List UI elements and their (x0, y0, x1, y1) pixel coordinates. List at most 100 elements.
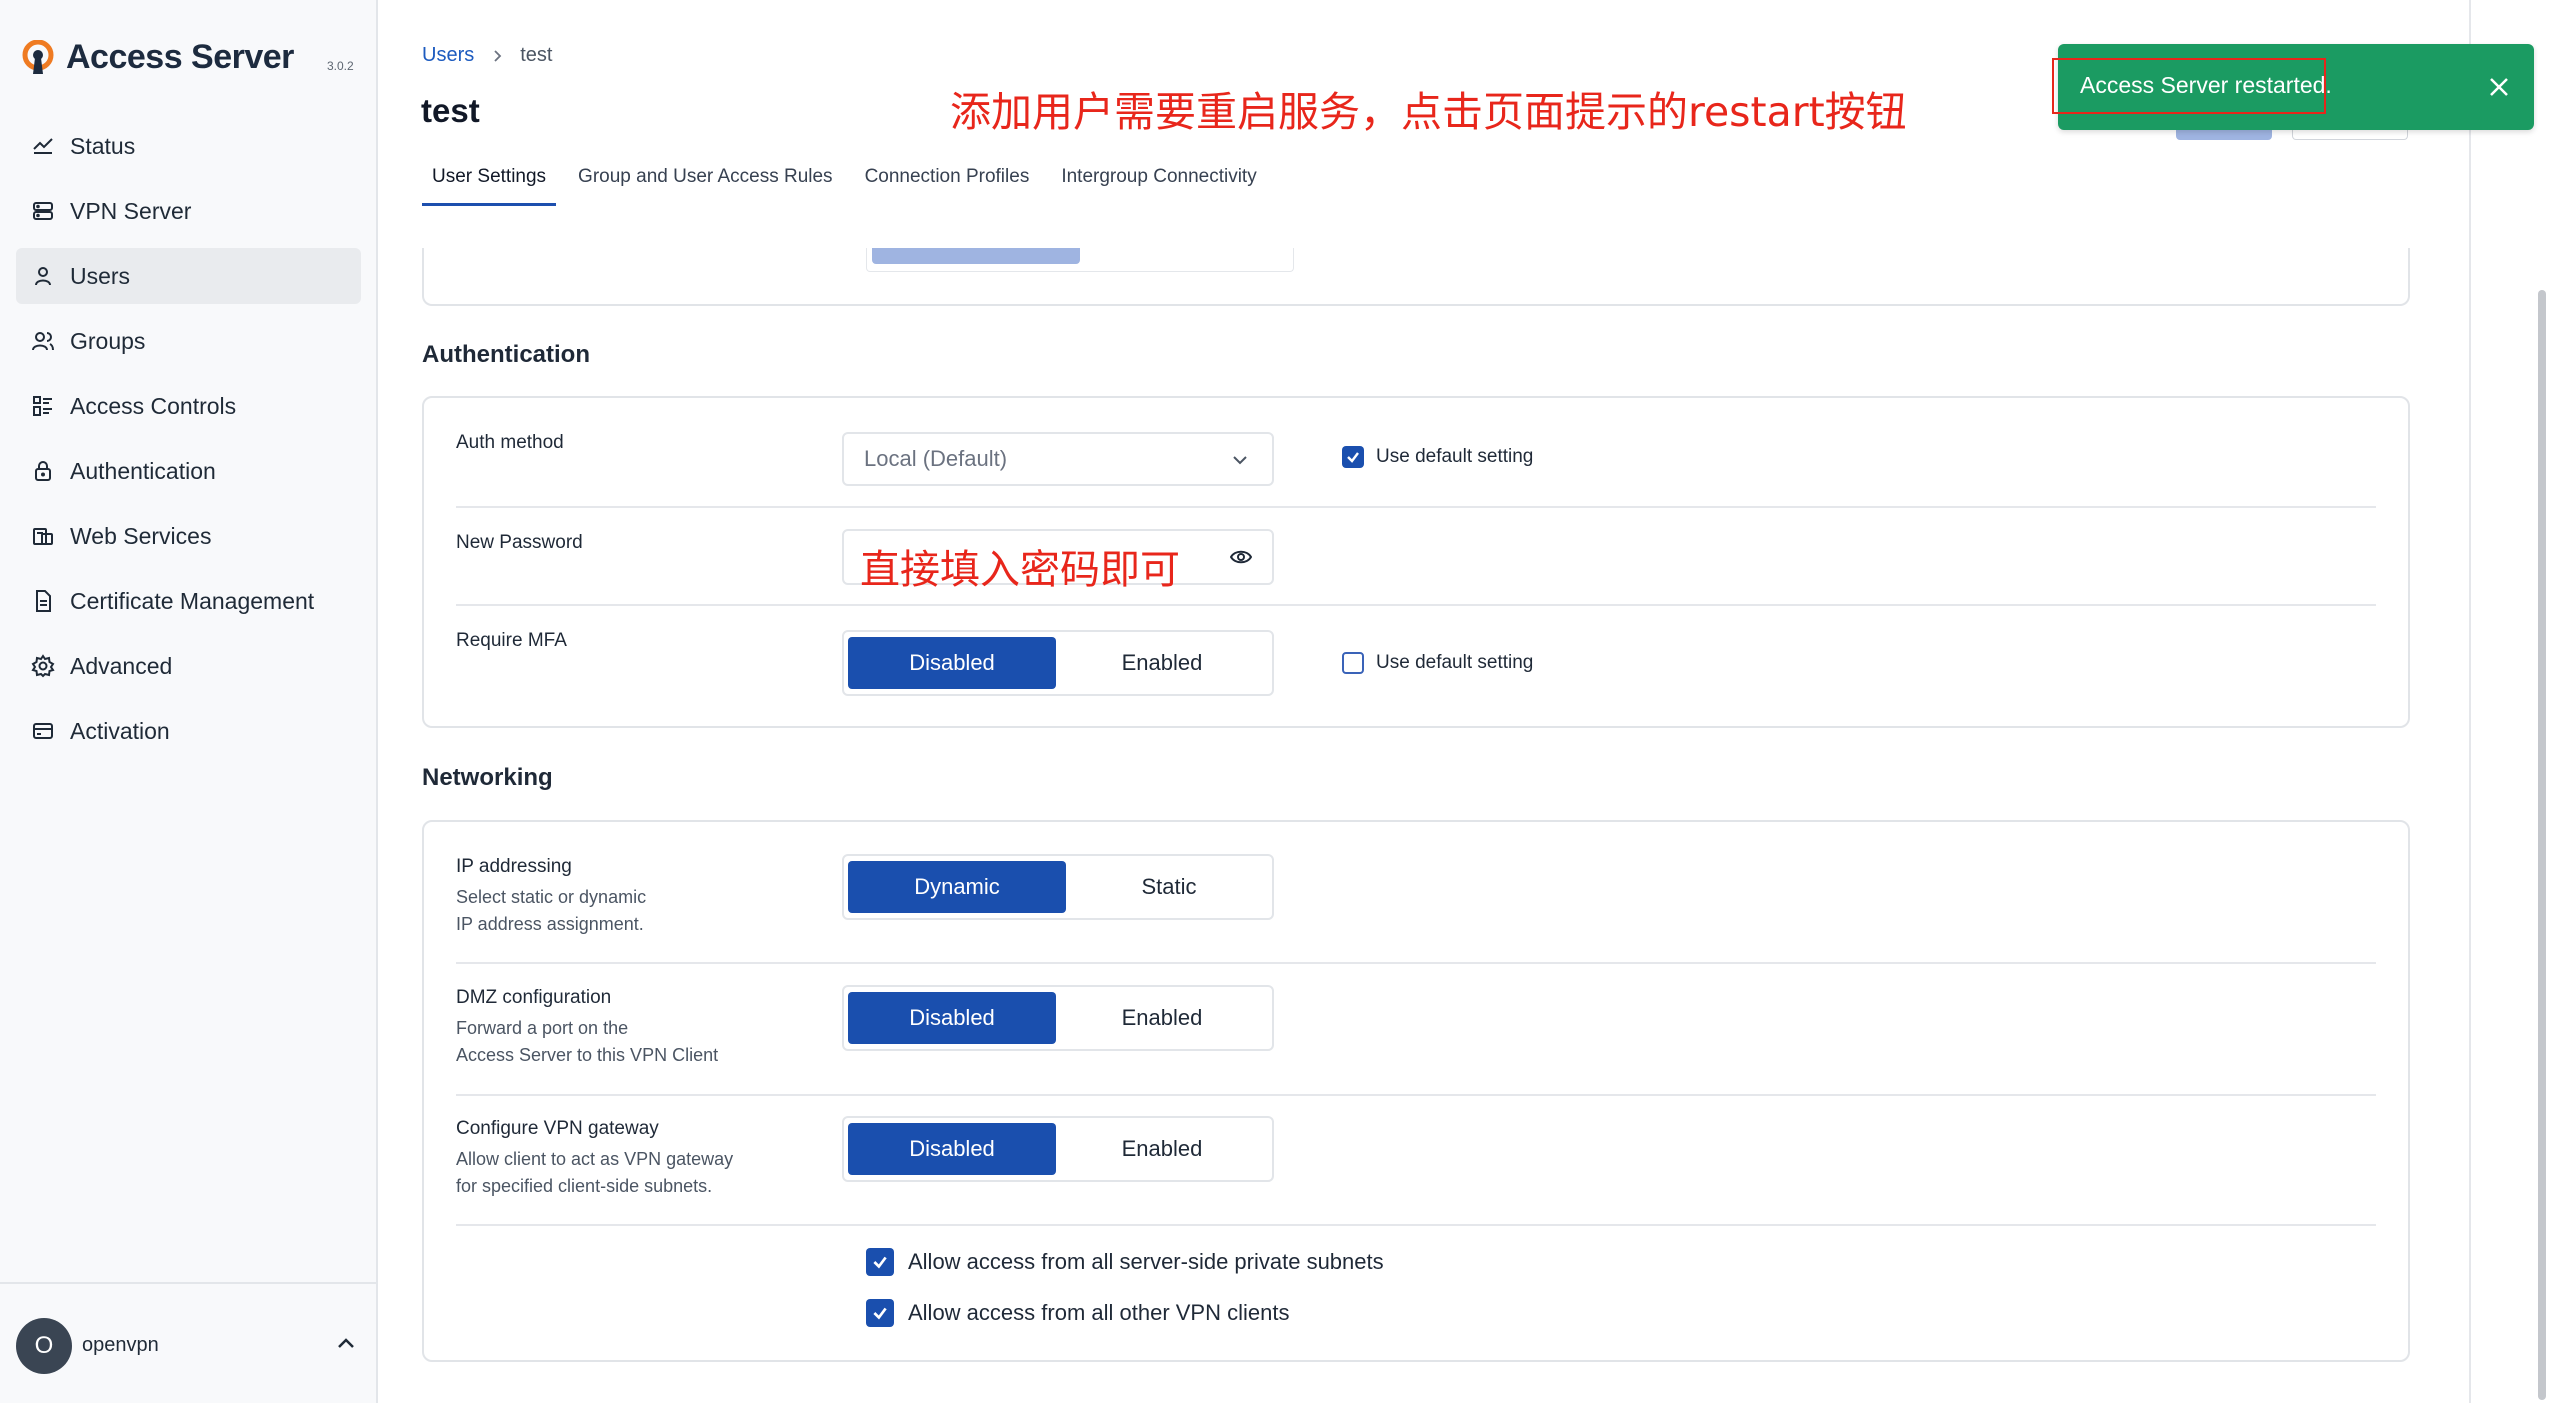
dmz-disabled-button[interactable]: Disabled (848, 992, 1056, 1044)
tab-user-settings[interactable]: User Settings (422, 160, 557, 206)
sidebar-item-label: Authentication (70, 457, 216, 484)
auth-method-value: Local (Default) (864, 446, 1008, 471)
segment-button-selected[interactable] (872, 248, 1080, 264)
ip-addressing-toggle: Dynamic Static (842, 854, 1274, 920)
users-icon (30, 328, 56, 354)
ip-addressing-label: IP addressing (456, 856, 572, 877)
toast-message: Access Server restarted. (2080, 72, 2332, 98)
eye-icon[interactable] (1230, 548, 1252, 566)
user-menu[interactable]: O openvpn (0, 1282, 376, 1403)
brand[interactable]: Access Server (20, 38, 294, 77)
divider (456, 604, 2376, 606)
require-mfa-toggle: Disabled Enabled (842, 630, 1274, 696)
dmz-enabled-button[interactable]: Enabled (1056, 992, 1268, 1044)
toast-notification: Access Server restarted. (2052, 44, 2534, 130)
sidebar-item-label: Users (70, 262, 131, 289)
allow-private-subnets-checkbox[interactable]: Allow access from all server-side privat… (866, 1248, 1384, 1276)
user-icon (30, 263, 56, 289)
sidebar-item-label: VPN Server (70, 197, 192, 224)
sidebar-item-label: Status (70, 132, 136, 159)
sidebar-item-label: Access Controls (70, 392, 237, 419)
new-password-label: New Password (456, 532, 583, 553)
document-icon (30, 588, 56, 614)
use-default-label: Use default setting (1376, 652, 1534, 673)
sidebar-item-certificate-management[interactable]: Certificate Management (16, 573, 361, 629)
web-services-icon (30, 523, 56, 549)
require-mfa-disabled-button[interactable]: Disabled (848, 637, 1056, 689)
divider (456, 1224, 2376, 1226)
sidebar-item-activation[interactable]: Activation (16, 703, 361, 759)
authentication-card: Auth method Local (Default) Use default … (422, 396, 2410, 728)
section-title-networking: Networking (422, 764, 553, 791)
networking-card: IP addressing Select static or dynamic I… (422, 820, 2410, 1362)
sidebar-item-status[interactable]: Status (16, 118, 361, 174)
sidebar: Access Server 3.0.2 Status VPN Server Us… (0, 0, 378, 1403)
tab-intergroup-connectivity[interactable]: Intergroup Connectivity (1051, 160, 1266, 206)
openvpn-logo-icon (22, 39, 54, 74)
chart-line-icon (30, 133, 56, 159)
breadcrumb-users-link[interactable]: Users (422, 44, 474, 67)
ip-static-button[interactable]: Static (1066, 861, 1272, 913)
allow-private-subnets-label: Allow access from all server-side privat… (908, 1249, 1384, 1274)
chevron-right-icon (490, 49, 504, 63)
vpn-gateway-disabled-button[interactable]: Disabled (848, 1123, 1056, 1175)
use-default-label: Use default setting (1376, 446, 1534, 467)
sidebar-item-authentication[interactable]: Authentication (16, 443, 361, 499)
checkbox-checked[interactable] (866, 1299, 894, 1327)
sidebar-nav: Status VPN Server Users Groups Access Co… (16, 118, 361, 768)
divider (456, 962, 2376, 964)
chevron-up-icon[interactable] (334, 1332, 358, 1356)
sidebar-item-vpn-server[interactable]: VPN Server (16, 183, 361, 239)
dmz-description: Forward a port on the Access Server to t… (456, 1015, 718, 1069)
ip-dynamic-button[interactable]: Dynamic (848, 861, 1066, 913)
vpn-gateway-toggle: Disabled Enabled (842, 1116, 1274, 1182)
annotation-password-note: 直接填入密码即可 (860, 547, 1180, 593)
scrollbar-track[interactable] (2469, 0, 2549, 1403)
auth-method-use-default[interactable]: Use default setting (1342, 446, 1533, 468)
vpn-gateway-description: Allow client to act as VPN gateway for s… (456, 1146, 733, 1200)
tabs: User Settings Group and User Access Rule… (422, 160, 1279, 206)
require-mfa-enabled-button[interactable]: Enabled (1056, 637, 1268, 689)
divider (456, 1094, 2376, 1096)
breadcrumb-current: test (520, 44, 553, 66)
ip-addressing-description: Select static or dynamic IP address assi… (456, 884, 646, 938)
checkbox-unchecked[interactable] (1342, 652, 1364, 674)
checkbox-checked[interactable] (866, 1248, 894, 1276)
avatar[interactable]: O (16, 1318, 72, 1374)
sidebar-item-groups[interactable]: Groups (16, 313, 361, 369)
sidebar-item-label: Advanced (70, 652, 173, 679)
chevron-down-icon (1233, 456, 1247, 465)
sidebar-item-access-controls[interactable]: Access Controls (16, 378, 361, 434)
divider (456, 506, 2376, 508)
previous-settings-card (422, 248, 2410, 306)
sidebar-item-label: Activation (70, 717, 170, 744)
close-icon[interactable] (2486, 74, 2512, 100)
sidebar-item-web-services[interactable]: Web Services (16, 508, 361, 564)
page-title: test (421, 92, 480, 129)
require-mfa-use-default[interactable]: Use default setting (1342, 652, 1533, 674)
main-content: Users test test 添加用户需要重启服务，点击页面提示的restar… (378, 0, 2469, 1403)
tab-connection-profiles[interactable]: Connection Profiles (855, 160, 1040, 206)
allow-vpn-clients-label: Allow access from all other VPN clients (908, 1300, 1290, 1325)
scrollbar-thumb[interactable] (2538, 290, 2546, 1400)
lock-icon (30, 458, 56, 484)
require-mfa-label: Require MFA (456, 630, 567, 651)
section-title-authentication: Authentication (422, 341, 590, 368)
description-line: IP address assignment. (456, 914, 644, 934)
auth-method-label: Auth method (456, 432, 564, 453)
vpn-gateway-label: Configure VPN gateway (456, 1118, 659, 1139)
card-icon (30, 718, 56, 744)
tab-group-and-user-access-rules[interactable]: Group and User Access Rules (568, 160, 843, 206)
sidebar-item-label: Certificate Management (70, 587, 315, 614)
annotation-restart-note: 添加用户需要重启服务，点击页面提示的restart按钮 (950, 88, 1907, 136)
description-line: Access Server to this VPN Client (456, 1045, 719, 1065)
vpn-gateway-enabled-button[interactable]: Enabled (1056, 1123, 1268, 1175)
auth-method-select[interactable]: Local (Default) (842, 432, 1274, 486)
allow-vpn-clients-checkbox[interactable]: Allow access from all other VPN clients (866, 1299, 1289, 1327)
description-line: Allow client to act as VPN gateway (456, 1149, 734, 1169)
sidebar-item-users[interactable]: Users (16, 248, 361, 304)
checkbox-checked[interactable] (1342, 446, 1364, 468)
new-password-field[interactable]: 直接填入密码即可 (842, 529, 1274, 593)
sidebar-item-label: Groups (70, 327, 146, 354)
sidebar-item-advanced[interactable]: Advanced (16, 638, 361, 694)
